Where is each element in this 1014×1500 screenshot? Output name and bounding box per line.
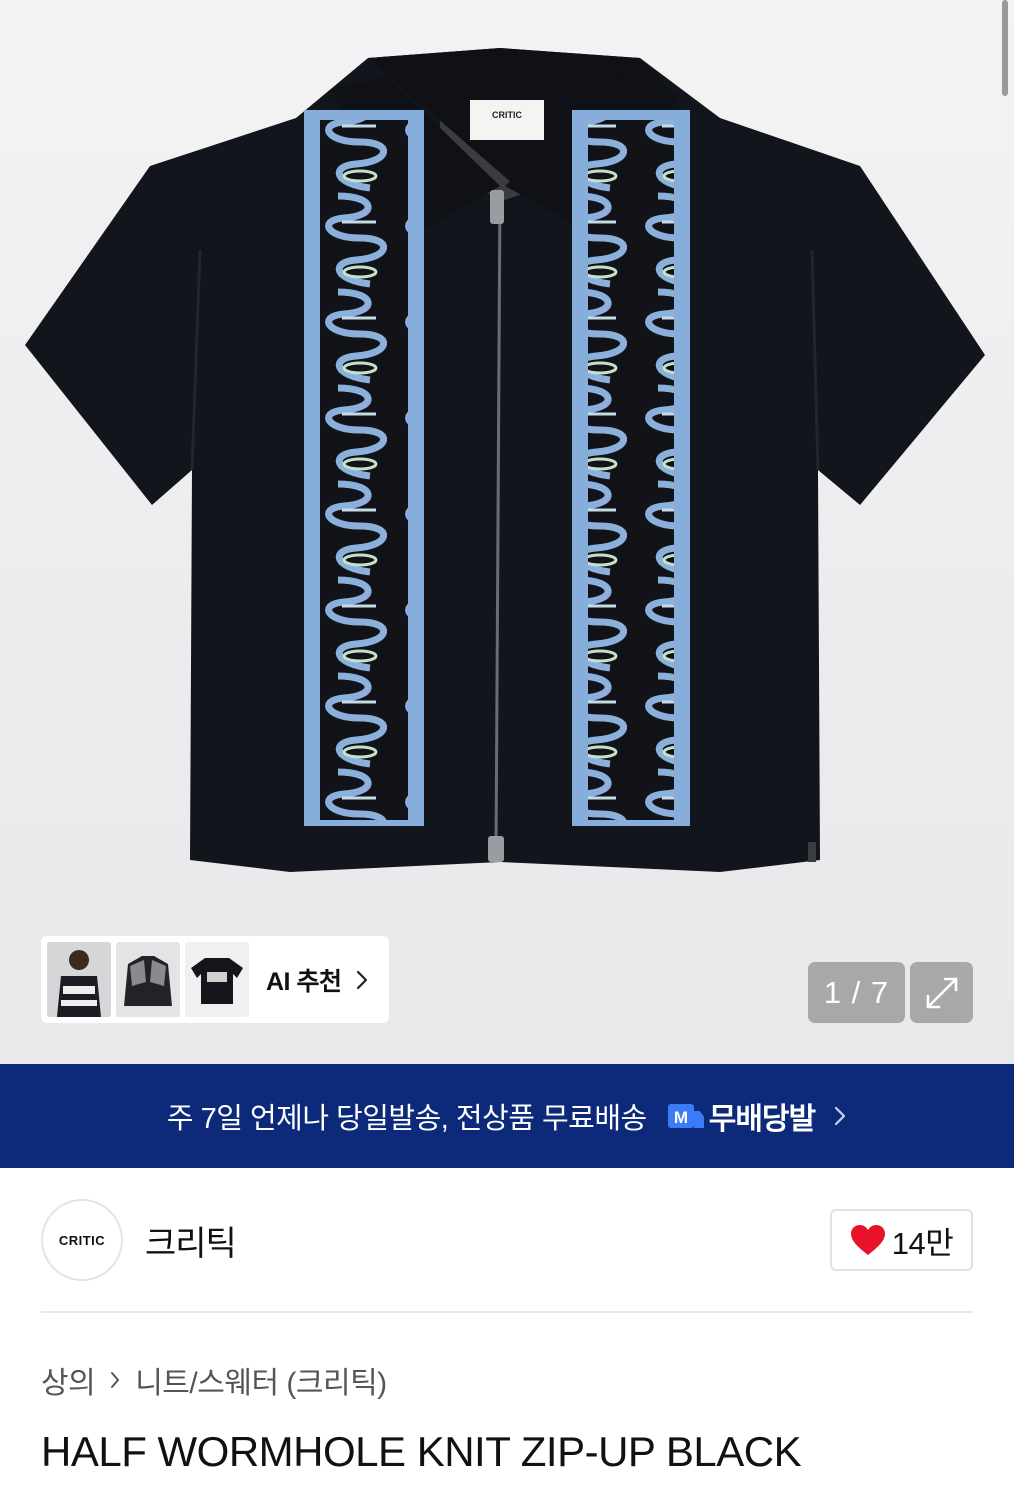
chevron-right-icon xyxy=(835,1106,846,1126)
neck-label-text: CRITIC xyxy=(492,110,522,120)
breadcrumb: 상의 니트/스웨터 (크리틱) xyxy=(41,1358,387,1402)
ai-recommend-button[interactable]: AI 추천 xyxy=(41,936,389,1023)
product-image-gallery[interactable]: CRITIC AI 추천 1 / 7 xyxy=(0,0,1014,1064)
svg-text:M: M xyxy=(674,1108,688,1127)
ai-thumbnail-3[interactable] xyxy=(185,942,249,1017)
like-button[interactable]: 14만 xyxy=(830,1209,973,1271)
shipping-brand-label: 무배당발 xyxy=(708,1103,816,1136)
product-title: HALF WORMHOLE KNIT ZIP-UP BLACK xyxy=(41,1428,802,1475)
ai-thumbnail-2[interactable] xyxy=(116,942,180,1017)
expand-icon xyxy=(926,977,957,1008)
shipping-banner-text: 주 7일 언제나 당일발송, 전상품 무료배송 xyxy=(166,1103,647,1135)
like-count: 14만 xyxy=(891,1225,954,1261)
product-image: CRITIC xyxy=(25,48,985,872)
scrollbar[interactable] xyxy=(1002,0,1008,96)
breadcrumb-item-category[interactable]: 상의 xyxy=(41,1358,96,1402)
brand-row: CRITIC 크리틱 14만 xyxy=(41,1198,973,1282)
shipping-banner[interactable]: 주 7일 언제나 당일발송, 전상품 무료배송 M 무배당발 xyxy=(0,1064,1014,1168)
image-counter: 1 / 7 xyxy=(808,962,905,1023)
delivery-truck-icon: M xyxy=(667,1104,704,1128)
brand-logo[interactable]: CRITIC xyxy=(41,1199,123,1281)
chevron-right-icon xyxy=(357,970,368,989)
ai-recommend-label: AI 추천 xyxy=(266,967,342,996)
breadcrumb-item-subcategory[interactable]: 니트/스웨터 (크리틱) xyxy=(135,1358,387,1402)
brand-name-link[interactable]: 크리틱 xyxy=(145,1216,237,1265)
ai-thumbnail-1[interactable] xyxy=(47,942,111,1017)
divider xyxy=(41,1311,973,1313)
expand-button[interactable] xyxy=(910,962,973,1023)
heart-icon xyxy=(850,1225,885,1255)
chevron-right-icon xyxy=(111,1372,120,1388)
